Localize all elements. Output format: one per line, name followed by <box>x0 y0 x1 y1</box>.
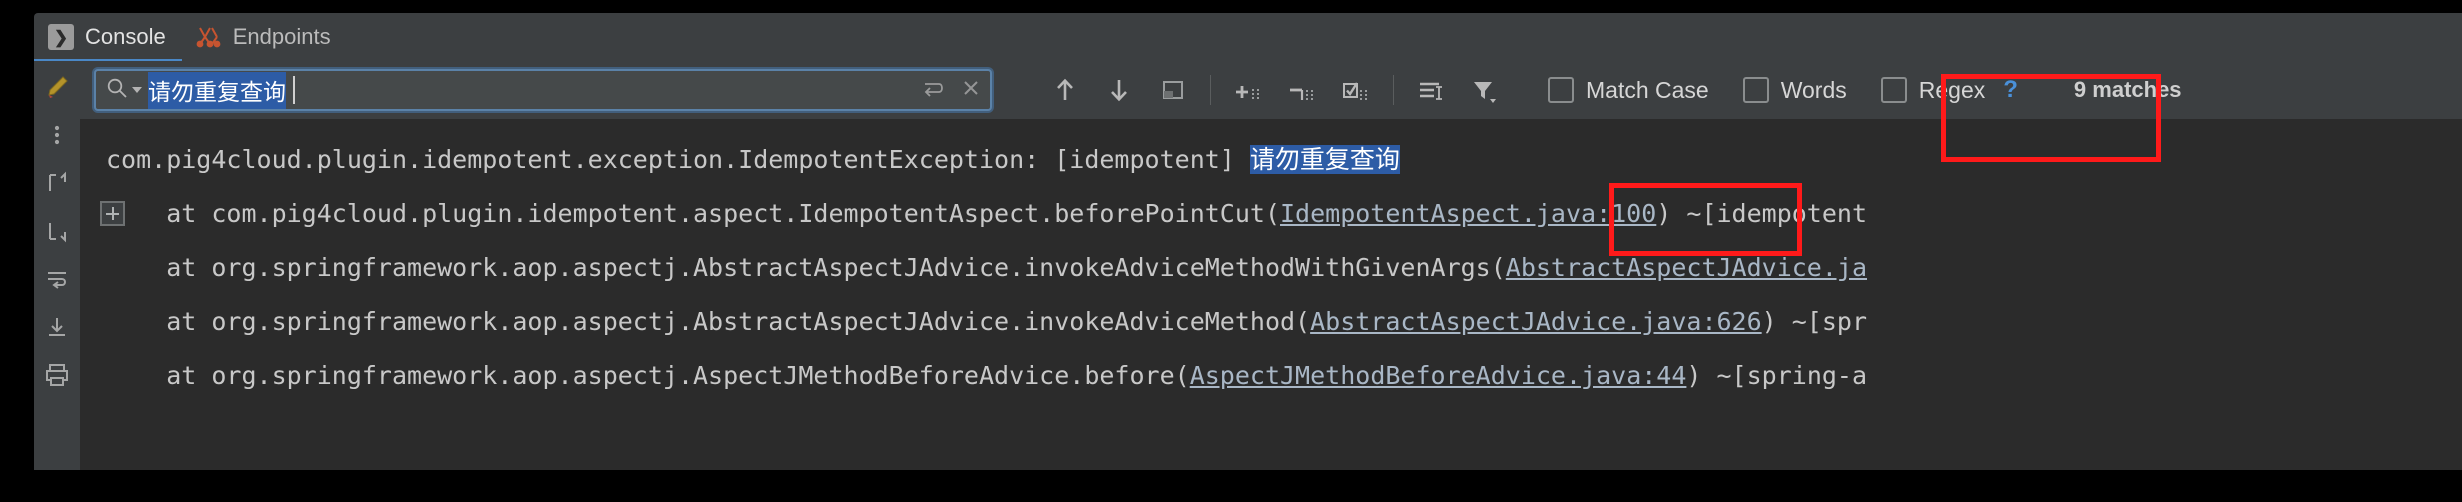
add-lines-icon <box>1236 86 1259 100</box>
align-button[interactable] <box>1404 67 1458 113</box>
console-text: at org.springframework.aop.aspectj.Abstr… <box>106 253 1506 282</box>
console-line[interactable]: at org.springframework.aop.aspectj.Abstr… <box>80 241 2462 295</box>
tool-window-tabs: ❯ Console Endpoints <box>34 13 2462 63</box>
console-text: ) ~[idempotent <box>1656 199 1868 228</box>
console-main-column: 请勿重复查询 Match Case Words Regex ? 9 matche… <box>80 61 2462 470</box>
regex-label: Regex <box>1918 76 1986 103</box>
run-console-icon: ❯ <box>48 24 74 50</box>
open-in-editor-button[interactable] <box>1146 67 1200 113</box>
soft-wrap-icon[interactable] <box>43 265 71 293</box>
find-toolbar-buttons <box>1038 67 1512 113</box>
screenshot-root: ❯ Console Endpoints 请勿重复查询 Match Case Wo… <box>0 0 2462 502</box>
tab-console-label: Console <box>85 24 166 49</box>
add-lines-button[interactable] <box>1221 67 1275 113</box>
search-match-highlight: 请勿重复查询 <box>1249 145 1400 174</box>
scroll-up-icon[interactable] <box>43 169 71 197</box>
words-box[interactable] <box>1742 77 1769 103</box>
next-occurrence-button[interactable] <box>1092 67 1146 113</box>
console-line[interactable]: at org.springframework.aop.aspectj.Abstr… <box>80 295 2462 349</box>
console-text: com.pig4cloud.plugin.idempotent.exceptio… <box>106 145 1250 174</box>
search-icon <box>106 77 128 104</box>
prev-occurrence-button[interactable] <box>1038 67 1092 113</box>
arrow-up-icon <box>1057 78 1073 100</box>
console-line[interactable]: at org.springframework.aop.aspectj.Aspec… <box>80 349 2462 403</box>
tab-endpoints[interactable]: Endpoints <box>182 13 347 61</box>
console-body: 请勿重复查询 Match Case Words Regex ? 9 matche… <box>34 61 2462 470</box>
find-options: Match Case Words Regex ? <box>1548 76 2018 104</box>
toolbar-separator-2 <box>1393 75 1394 105</box>
select-lines-icon <box>1343 82 1367 100</box>
remove-lines-icon <box>1290 88 1313 100</box>
select-lines-button[interactable] <box>1329 67 1383 113</box>
console-side-toolbar <box>34 61 80 470</box>
console-log-lines: com.pig4cloud.plugin.idempotent.exceptio… <box>80 133 2462 403</box>
regex-checkbox[interactable]: Regex <box>1880 76 1986 104</box>
console-text: ) ~[spr <box>1761 307 1868 336</box>
stacktrace-link[interactable]: AspectJMethodBeforeAdvice.java:44 <box>1190 361 1687 390</box>
search-input-value: 请勿重复查询 <box>148 71 286 109</box>
endpoints-icon <box>196 25 222 49</box>
match-case-checkbox[interactable]: Match Case <box>1548 77 1709 104</box>
download-icon[interactable] <box>43 313 71 341</box>
stacktrace-link[interactable]: AbstractAspectJAdvice.java:626 <box>1310 307 1762 336</box>
find-toolbar: 请勿重复查询 Match Case Words Regex ? 9 matche… <box>80 61 2462 119</box>
stacktrace-link[interactable]: AbstractAspectJAdvice.ja <box>1506 253 1867 282</box>
console-text: at org.springframework.aop.aspectj.Abstr… <box>106 307 1311 336</box>
console-text: at org.springframework.aop.aspectj.Aspec… <box>106 361 1190 390</box>
open-in-editor-icon <box>1163 81 1183 99</box>
console-line[interactable]: com.pig4cloud.plugin.idempotent.exceptio… <box>80 133 2462 187</box>
match-case-box[interactable] <box>1548 77 1574 103</box>
print-icon[interactable] <box>43 361 71 389</box>
match-case-label: Match Case <box>1586 76 1709 103</box>
tab-endpoints-label: Endpoints <box>232 24 331 49</box>
close-icon[interactable] <box>952 77 982 104</box>
search-input[interactable]: 请勿重复查询 <box>94 69 992 111</box>
words-checkbox[interactable]: Words <box>1742 76 1847 104</box>
filter-funnel-icon <box>1474 82 1496 103</box>
tab-console[interactable]: ❯ Console <box>34 13 182 63</box>
regex-box[interactable] <box>1880 77 1907 103</box>
console-text: at com.pig4cloud.plugin.idempotent.aspec… <box>106 199 1280 228</box>
more-options-icon[interactable] <box>43 121 71 149</box>
chevron-down-icon[interactable] <box>132 87 142 93</box>
filter-button[interactable] <box>1458 67 1512 113</box>
scroll-down-icon[interactable] <box>43 217 71 245</box>
align-text-icon <box>1420 82 1442 100</box>
remove-lines-button[interactable] <box>1275 67 1329 113</box>
stacktrace-link[interactable]: IdempotentAspect.java:100 <box>1280 199 1656 228</box>
arrow-down-icon <box>1111 80 1127 102</box>
rerun-icon[interactable] <box>43 73 71 101</box>
text-cursor <box>293 76 295 104</box>
toolbar-separator <box>1210 75 1211 105</box>
expand-fold-icon[interactable] <box>100 201 125 226</box>
match-count-label: 9 matches <box>2073 77 2182 102</box>
console-text: ) ~[spring-a <box>1686 361 1868 390</box>
console-output[interactable]: com.pig4cloud.plugin.idempotent.exceptio… <box>80 119 2462 470</box>
match-wrap-icon[interactable] <box>922 78 946 103</box>
words-label: Words <box>1780 76 1847 103</box>
regex-help-link[interactable]: ? <box>2003 76 2018 104</box>
console-line[interactable]: at com.pig4cloud.plugin.idempotent.aspec… <box>80 187 2462 241</box>
